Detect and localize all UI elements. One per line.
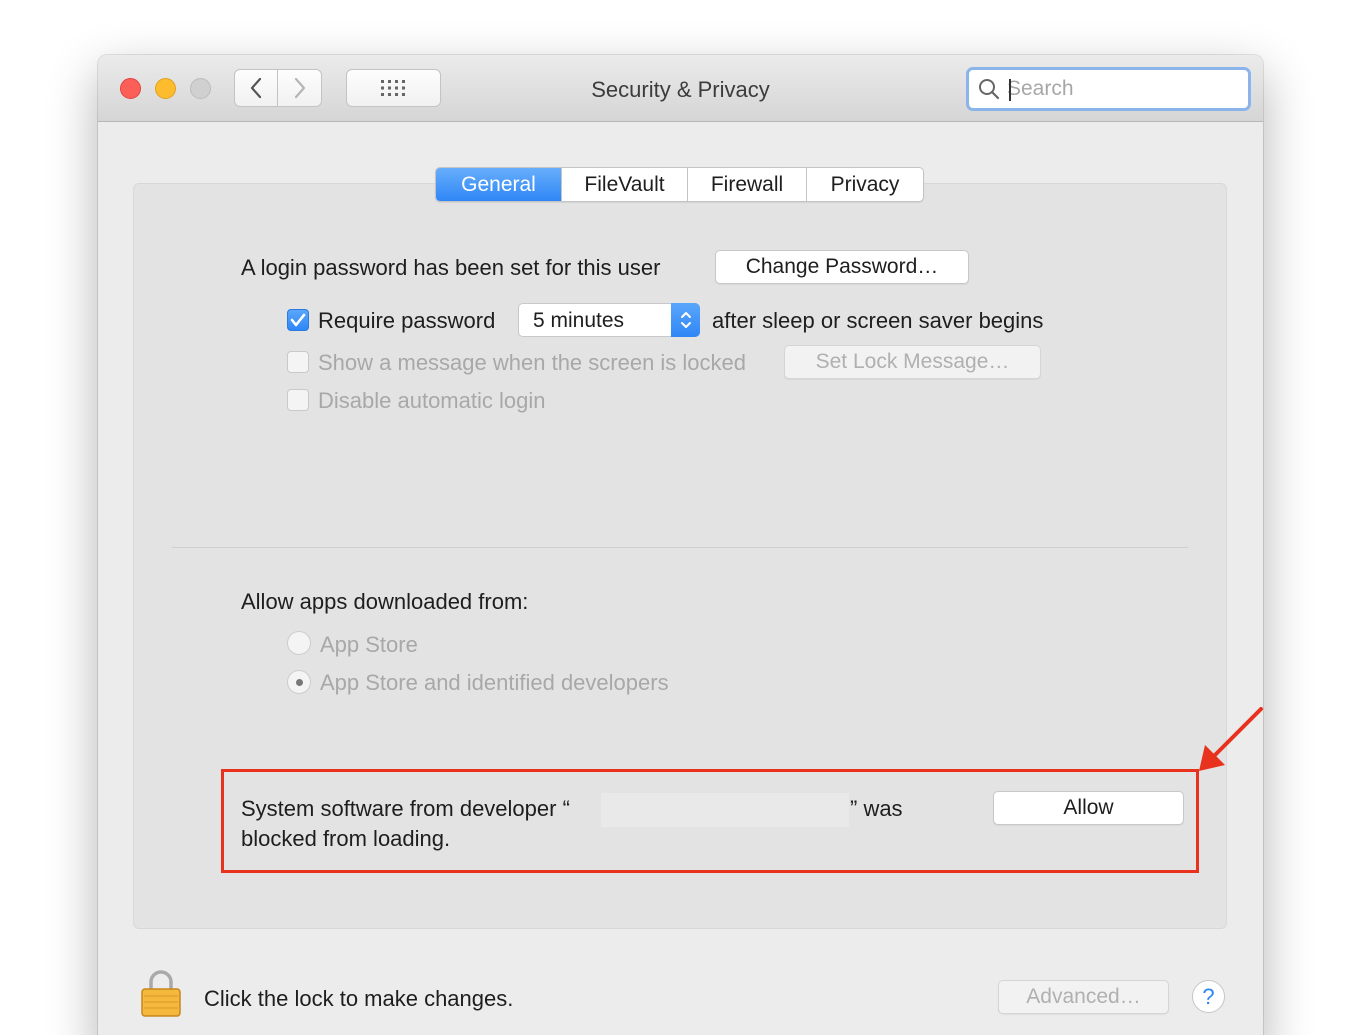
title-bar: Security & Privacy (98, 55, 1263, 122)
password-delay-value: 5 minutes (533, 309, 625, 332)
radio-app-store[interactable] (287, 631, 311, 655)
password-delay-select[interactable]: 5 minutes (518, 303, 700, 337)
radio-identified-developers[interactable] (287, 670, 311, 694)
blocked-message-line1-suffix: ” was (850, 796, 903, 821)
lock-instruction-label: Click the lock to make changes. (204, 986, 514, 1011)
disable-auto-login-checkbox[interactable] (287, 389, 309, 411)
text-caret (1009, 79, 1011, 101)
change-password-button[interactable]: Change Password… (715, 250, 969, 284)
tab-filevault[interactable]: FileVault (561, 168, 687, 201)
annotation-arrow-icon (1199, 707, 1263, 771)
blocked-message-line2: blocked from loading. (241, 826, 451, 851)
after-sleep-label: after sleep or screen saver begins (712, 308, 1044, 333)
tab-general[interactable]: General (436, 168, 561, 201)
search-input[interactable] (1007, 77, 1237, 101)
checkmark-icon (290, 313, 306, 327)
allow-button[interactable]: Allow (993, 791, 1184, 825)
advanced-button[interactable]: Advanced… (998, 980, 1169, 1014)
set-lock-message-button[interactable]: Set Lock Message… (784, 345, 1041, 379)
redacted-developer-name (601, 793, 849, 827)
search-field[interactable] (966, 67, 1251, 111)
login-password-label: A login password has been set for this u… (241, 255, 661, 280)
tab-firewall[interactable]: Firewall (687, 168, 806, 201)
stepper-arrows (671, 303, 700, 337)
allow-apps-heading: Allow apps downloaded from: (241, 589, 529, 614)
tab-bar: General FileVault Firewall Privacy (435, 167, 924, 202)
lock-button[interactable] (140, 970, 182, 1023)
show-message-checkbox[interactable] (287, 351, 309, 373)
tab-privacy[interactable]: Privacy (806, 168, 923, 201)
disable-auto-login-label: Disable automatic login (318, 388, 546, 413)
help-button[interactable]: ? (1192, 980, 1225, 1013)
security-privacy-window: Security & Privacy General FileVault Fir… (98, 55, 1263, 1035)
show-message-label: Show a message when the screen is locked (318, 350, 747, 375)
search-icon (979, 79, 1000, 100)
updown-chevron-icon (680, 312, 691, 328)
radio-selected-dot (296, 679, 303, 686)
radio-app-store-label: App Store (320, 632, 418, 657)
padlock-icon (141, 970, 181, 1017)
radio-identified-developers-label: App Store and identified developers (320, 670, 669, 695)
blocked-message-line1-prefix: System software from developer “ (241, 796, 570, 821)
require-password-label: Require password (318, 308, 496, 333)
section-divider (172, 547, 1188, 548)
require-password-checkbox[interactable] (287, 309, 309, 331)
